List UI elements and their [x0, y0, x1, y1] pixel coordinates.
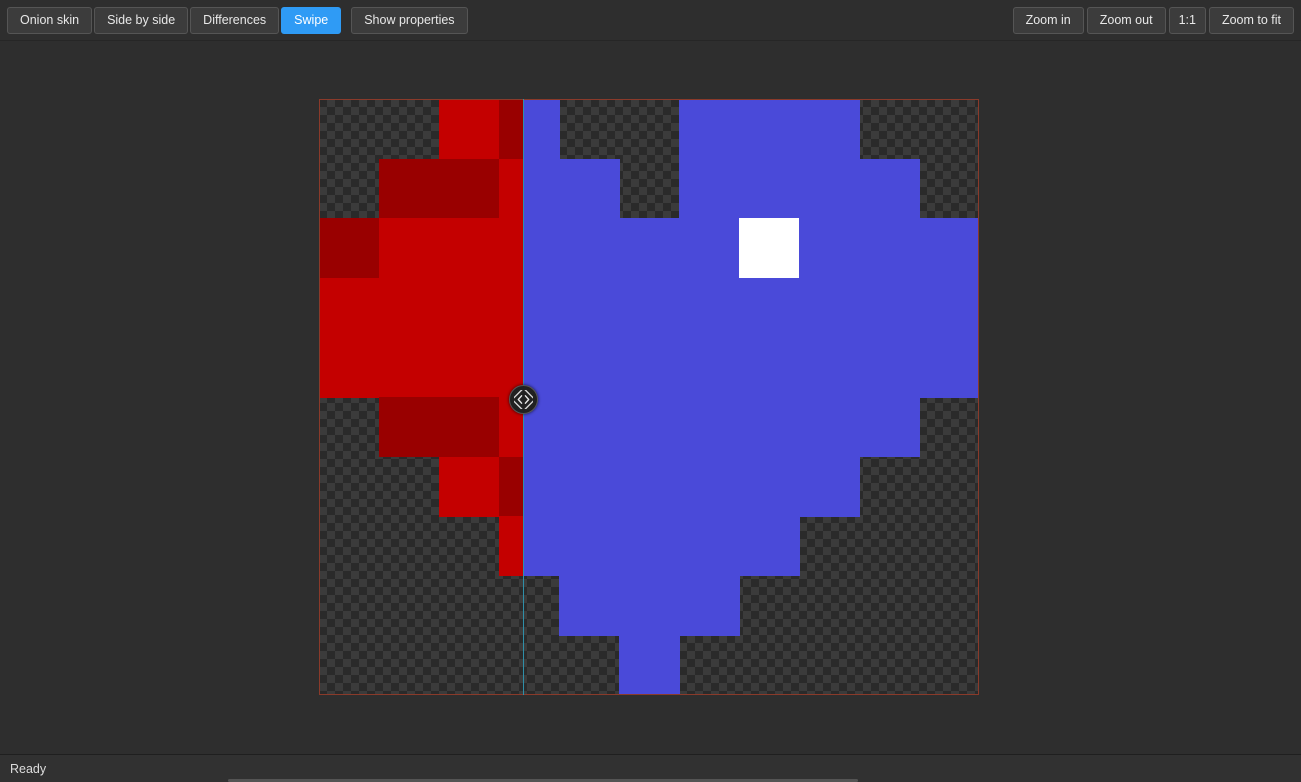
art-pixel: [799, 159, 860, 219]
zoom-in-button[interactable]: Zoom in: [1013, 7, 1084, 34]
art-pixel: [619, 337, 680, 397]
art-pixel: [559, 218, 620, 278]
art-pixel: [679, 159, 740, 219]
art-pixel: [559, 337, 620, 397]
status-message: Ready: [10, 762, 46, 776]
art-pixel: [679, 516, 740, 576]
show-properties-button[interactable]: Show properties: [351, 7, 467, 34]
art-pixel: [619, 576, 680, 636]
swipe-handle[interactable]: [509, 385, 538, 414]
art-pixel: [679, 457, 740, 517]
art-pixel: [619, 278, 680, 338]
art-pixel: [919, 218, 979, 278]
art-pixel: [739, 99, 800, 159]
art-pixel: [919, 337, 979, 397]
mode-button-swipe[interactable]: Swipe: [281, 7, 341, 34]
art-pixel: [319, 337, 380, 397]
art-pixel: [439, 218, 500, 278]
art-pixel: [739, 278, 800, 338]
compare-stage[interactable]: [319, 99, 979, 695]
art-pixel: [439, 337, 500, 397]
art-pixel: [439, 99, 500, 159]
art-pixel: [619, 516, 680, 576]
art-pixel: [379, 397, 440, 457]
art-pixel: [559, 278, 620, 338]
art-pixel: [379, 218, 440, 278]
toolbar-mode-group: Onion skin Side by side Differences Swip…: [7, 7, 468, 34]
art-pixel: [859, 218, 920, 278]
art-pixel: [679, 337, 740, 397]
art-pixel: [859, 278, 920, 338]
art-pixel: [739, 397, 800, 457]
art-pixel: [919, 278, 979, 338]
toolbar: Onion skin Side by side Differences Swip…: [0, 0, 1301, 41]
art-pixel: [439, 457, 500, 517]
art-pixel: [799, 457, 860, 517]
art-pixel: [559, 397, 620, 457]
art-pixel: [799, 278, 860, 338]
comparison-canvas[interactable]: [0, 41, 1301, 754]
toolbar-zoom-group: Zoom in Zoom out 1:1 Zoom to fit: [1013, 7, 1294, 34]
art-pixel: [559, 457, 620, 517]
art-pixel: [559, 516, 620, 576]
zoom-actual-size-button[interactable]: 1:1: [1169, 7, 1206, 34]
art-pixel: [739, 457, 800, 517]
art-pixel: [739, 337, 800, 397]
zoom-to-fit-button[interactable]: Zoom to fit: [1209, 7, 1294, 34]
swipe-arrows-icon: [514, 390, 533, 409]
art-pixel: [859, 337, 920, 397]
art-pixel: [559, 576, 620, 636]
art-pixel: [619, 457, 680, 517]
art-pixel: [859, 159, 920, 219]
mode-button-side-by-side[interactable]: Side by side: [94, 7, 188, 34]
art-pixel: [679, 99, 740, 159]
art-pixel: [619, 218, 680, 278]
art-pixel: [379, 337, 440, 397]
art-pixel: [319, 218, 380, 278]
art-pixel: [679, 278, 740, 338]
art-pixel: [619, 635, 680, 695]
art-pixel: [739, 218, 800, 278]
art-pixel: [379, 159, 440, 219]
art-pixel: [859, 397, 920, 457]
zoom-out-button[interactable]: Zoom out: [1087, 7, 1166, 34]
art-pixel: [319, 278, 380, 338]
art-pixel: [439, 278, 500, 338]
art-pixel: [679, 218, 740, 278]
art-pixel: [559, 159, 620, 219]
art-pixel: [379, 278, 440, 338]
art-pixel: [799, 397, 860, 457]
art-pixel: [799, 99, 860, 159]
art-pixel: [799, 218, 860, 278]
art-pixel: [679, 397, 740, 457]
mode-button-onion-skin[interactable]: Onion skin: [7, 7, 92, 34]
mode-button-differences[interactable]: Differences: [190, 7, 279, 34]
art-pixel: [619, 397, 680, 457]
art-pixel: [799, 337, 860, 397]
image-comparison-window: Onion skin Side by side Differences Swip…: [0, 0, 1301, 782]
art-pixel: [739, 159, 800, 219]
art-pixel: [739, 516, 800, 576]
art-pixel: [679, 576, 740, 636]
art-pixel: [439, 159, 500, 219]
art-pixel: [439, 397, 500, 457]
status-bar: Ready: [0, 754, 1301, 782]
